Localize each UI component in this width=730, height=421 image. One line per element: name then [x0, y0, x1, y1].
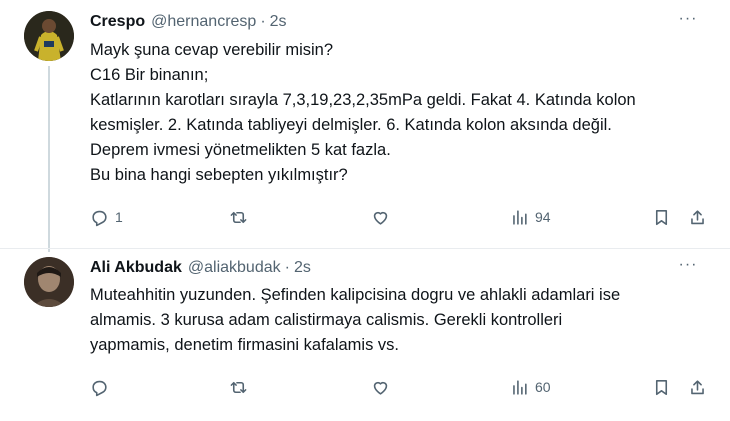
timestamp[interactable]: 2s — [294, 259, 311, 276]
tweet-actions: 60 — [90, 375, 720, 399]
tweet-header: Crespo @hernancresp · 2s — [90, 11, 287, 33]
share-button[interactable] — [688, 205, 707, 229]
reply-icon — [90, 208, 109, 227]
tweet-text-line: almamis. 3 kurusa adam calistirmaya cali… — [90, 311, 563, 329]
tweet-text-line: Katlarının karotları sırayla 7,3,19,23,2… — [90, 91, 636, 109]
tweet-text-line: C16 Bir binanın; — [90, 66, 209, 84]
views-count: 60 — [535, 379, 551, 395]
retweet-icon — [229, 208, 248, 227]
bookmark-button[interactable] — [652, 375, 671, 399]
tweet-text-line: Bu bina hangi sebepten yıkılmıştır? — [90, 166, 348, 184]
tweet-actions: 1 94 — [90, 205, 720, 229]
retweet-button[interactable] — [229, 375, 248, 399]
reply-button[interactable] — [90, 375, 109, 399]
bookmark-button[interactable] — [652, 205, 671, 229]
tweet-text: Muteahhitin yuzunden. Şefinden kalipcisi… — [90, 283, 710, 358]
thread-line — [48, 66, 50, 252]
tweet[interactable]: Ali Akbudak @aliakbudak · 2s ··· Muteahhiti… — [0, 248, 730, 421]
like-icon — [371, 208, 390, 227]
views-icon — [510, 378, 529, 397]
views-button[interactable]: 94 — [510, 205, 551, 229]
like-icon — [371, 378, 390, 397]
tweet-text: Mayk şuna cevap verebilir misin? C16 Bir… — [90, 38, 710, 188]
share-icon — [688, 378, 707, 397]
author-handle[interactable]: @hernancresp — [151, 13, 256, 30]
avatar[interactable] — [24, 257, 74, 307]
tweet-text-line: Muteahhitin yuzunden. Şefinden kalipcisi… — [90, 286, 621, 304]
bookmark-icon — [652, 378, 671, 397]
author-name[interactable]: Ali Akbudak — [90, 259, 182, 276]
tweet[interactable]: Crespo @hernancresp · 2s ··· Mayk şuna ceva… — [0, 0, 730, 252]
more-options-icon[interactable]: ··· — [676, 11, 700, 34]
retweet-button[interactable] — [229, 205, 248, 229]
like-button[interactable] — [371, 375, 390, 399]
reply-icon — [90, 378, 109, 397]
bookmark-icon — [652, 208, 671, 227]
share-icon — [688, 208, 707, 227]
author-handle[interactable]: @aliakbudak — [188, 259, 281, 276]
timestamp[interactable]: 2s — [270, 13, 287, 30]
separator-dot: · — [284, 259, 290, 276]
views-count: 94 — [535, 209, 551, 225]
tweet-text-line: yapmamis, denetim firmasini kafalamis vs… — [90, 336, 400, 354]
like-button[interactable] — [371, 205, 390, 229]
more-options-icon[interactable]: ··· — [676, 257, 700, 280]
separator-dot: · — [260, 13, 266, 30]
tweet-text-line: Mayk şuna cevap verebilir misin? — [90, 41, 334, 59]
views-icon — [510, 208, 529, 227]
tweet-text-line: kesmişler. 2. Katında tabliyeyi delmişle… — [90, 116, 612, 134]
avatar[interactable] — [24, 11, 74, 61]
share-button[interactable] — [688, 375, 707, 399]
views-button[interactable]: 60 — [510, 375, 551, 399]
author-name[interactable]: Crespo — [90, 13, 145, 30]
retweet-icon — [229, 378, 248, 397]
tweet-header: Ali Akbudak @aliakbudak · 2s — [90, 257, 311, 279]
reply-button[interactable]: 1 — [90, 205, 123, 229]
tweet-text-line: Deprem ivmesi yönetmelikten 5 kat fazla. — [90, 141, 391, 159]
reply-count: 1 — [115, 209, 123, 225]
